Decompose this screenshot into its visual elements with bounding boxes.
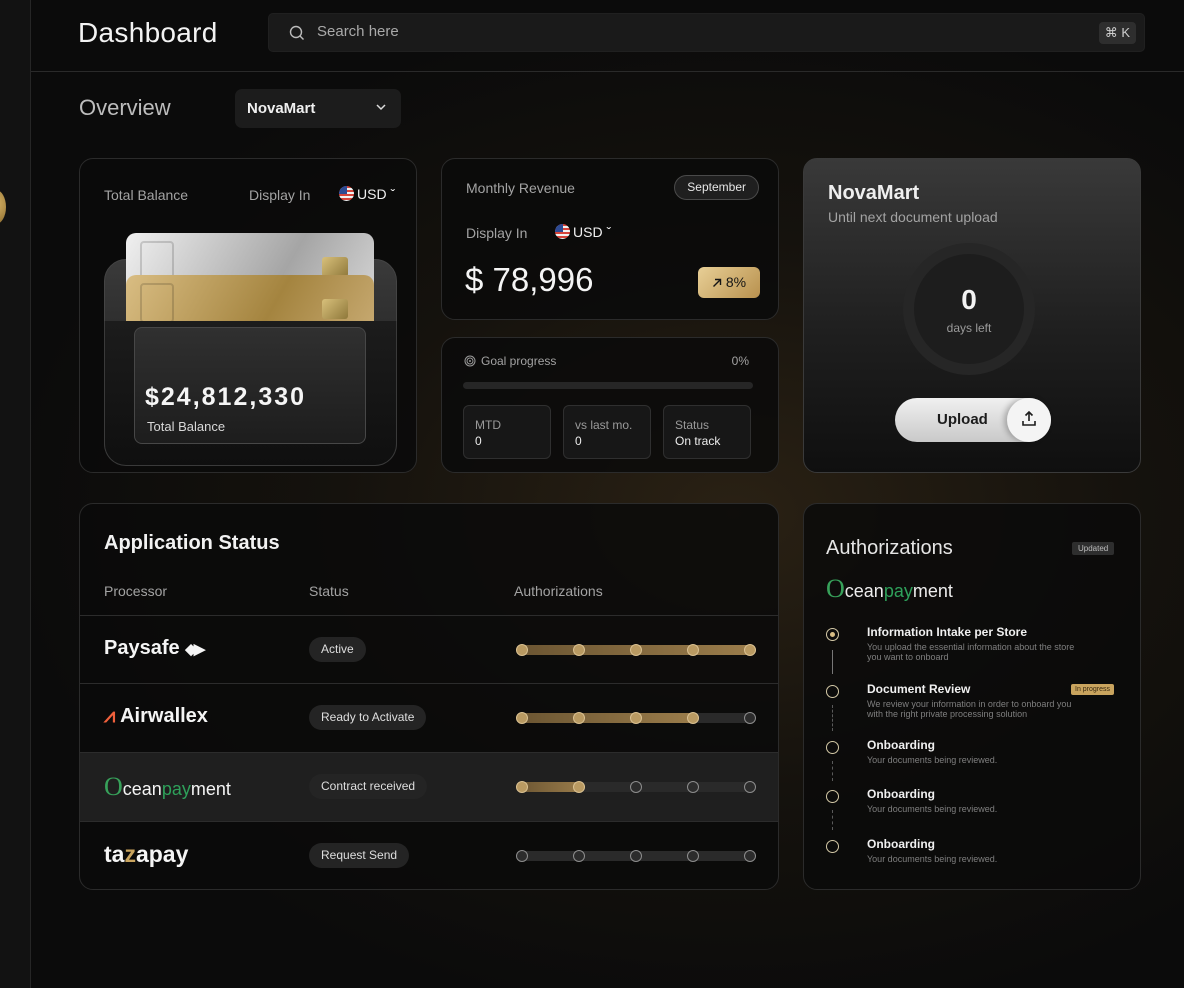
authorization-step-dot <box>573 712 585 724</box>
days-left-label: days left <box>946 321 992 335</box>
status-badge: Request Send <box>309 843 410 868</box>
monthly-revenue-label: Monthly Revenue <box>466 180 575 196</box>
section-title: Overview <box>79 95 171 120</box>
authorization-step-dot <box>516 644 528 656</box>
authorization-step-dot <box>744 712 756 724</box>
us-flag-icon <box>555 224 570 239</box>
search-bar[interactable]: ⌘ K <box>268 13 1145 52</box>
authorization-step-dot <box>573 781 585 793</box>
authorization-progress <box>516 644 756 656</box>
authorization-step-dot <box>630 781 642 793</box>
days-left-count: 0 <box>961 284 977 315</box>
goal-progress-percent: 0% <box>731 354 749 368</box>
updated-badge: Updated <box>1072 542 1115 555</box>
vs-last-month-stat: vs last mo. 0 <box>563 405 651 459</box>
balance-card-face: $24,812,330 Total Balance <box>134 327 366 444</box>
arrow-up-right-icon <box>712 278 722 287</box>
table-row[interactable]: Paysafe ◆▶ Active <box>80 615 778 684</box>
authorization-progress <box>516 781 756 793</box>
goal-progress-label: Goal progress <box>464 354 556 368</box>
store-select-value: NovaMart <box>247 100 316 117</box>
balance-card-label: Total Balance <box>147 419 226 434</box>
tazapay-logo: tazapay <box>104 841 189 867</box>
authorization-step-dot <box>630 644 642 656</box>
authorization-step-dot <box>573 644 585 656</box>
column-header-status: Status <box>309 583 349 599</box>
authorizations-title: Authorizations <box>826 537 953 559</box>
step-status-icon <box>826 685 839 698</box>
authorization-step-dot <box>516 712 528 724</box>
authorization-step-dot <box>687 644 699 656</box>
authorization-step-dot <box>687 712 699 724</box>
status-badge: Active <box>309 637 366 662</box>
total-balance-label: Total Balance <box>104 187 189 203</box>
upload-subtitle: Until next document upload <box>828 209 998 225</box>
authorization-step-dot <box>573 850 585 862</box>
application-status-card: Application Status Processor Status Auth… <box>79 503 779 890</box>
upload-icon-button[interactable] <box>1007 398 1051 442</box>
airwallex-logo: ⩘ Airwallex <box>104 705 208 727</box>
authorization-step-dot <box>630 712 642 724</box>
table-row[interactable]: tazapay Request Send <box>80 821 778 889</box>
step-status-icon <box>826 840 839 853</box>
target-icon <box>464 355 476 367</box>
status-badge: Contract received <box>309 774 428 799</box>
days-left-ring: 0 days left <box>903 243 1035 375</box>
column-header-processor: Processor <box>104 583 168 599</box>
column-header-authorizations: Authorizations <box>514 583 603 599</box>
authorization-step-dot <box>687 781 699 793</box>
document-upload-card: NovaMart Until next document upload 0 da… <box>803 158 1141 473</box>
month-select[interactable]: September <box>674 175 759 200</box>
top-bar: Dashboard ⌘ K <box>31 0 1184 72</box>
store-select[interactable]: NovaMart <box>235 89 401 128</box>
goal-progress-bar <box>463 382 753 389</box>
goal-progress-card: Goal progress 0% MTD 0 vs last mo. 0 Statu… <box>441 337 779 473</box>
upload-button[interactable]: Upload <box>895 398 1051 442</box>
authorization-step-dot <box>687 850 699 862</box>
authorization-step-dot <box>516 781 528 793</box>
step-status-icon <box>826 790 839 803</box>
monthly-revenue-amount: $ 78,996 <box>465 261 594 298</box>
authorization-progress <box>516 712 756 724</box>
status-stat: Status On track <box>663 405 751 459</box>
chevron-down-icon <box>376 104 386 111</box>
page-title: Dashboard <box>78 17 218 48</box>
revenue-currency-select[interactable]: USD ˇ <box>555 224 611 240</box>
application-status-title: Application Status <box>104 532 280 554</box>
us-flag-icon <box>339 186 354 201</box>
upload-store-name: NovaMart <box>828 182 920 204</box>
authorization-progress <box>516 850 756 862</box>
balance-currency-select[interactable]: USD ˇ <box>339 186 395 202</box>
total-balance-amount: $24,812,330 <box>145 383 307 411</box>
step-status-icon <box>826 628 839 641</box>
status-badge: Ready to Activate <box>309 705 427 730</box>
in-progress-badge: In progress <box>1071 684 1115 695</box>
step-status-icon <box>826 741 839 754</box>
display-in-label: Display In <box>249 187 311 203</box>
growth-badge: 8% <box>698 267 760 298</box>
search-input[interactable] <box>317 23 1017 40</box>
wallet-illustration: $24,812,330 Total Balance <box>104 233 397 466</box>
oceanpayment-logo: Oceanpayment <box>826 574 953 603</box>
authorizations-card: Authorizations Updated Oceanpayment Info… <box>803 503 1141 890</box>
paysafe-logo: Paysafe ◆▶ <box>104 637 205 659</box>
authorization-step-dot <box>516 850 528 862</box>
authorization-step-dot <box>744 644 756 656</box>
sidebar <box>0 0 31 988</box>
table-row[interactable]: ⩘ Airwallex Ready to Activate <box>80 683 778 752</box>
upload-button-label: Upload <box>937 411 988 428</box>
authorization-progress-fill <box>516 713 699 723</box>
upload-icon <box>1022 410 1036 426</box>
search-icon <box>289 25 304 40</box>
display-in-label: Display In <box>466 225 528 241</box>
authorization-step-dot <box>744 850 756 862</box>
oceanpayment-logo: Oceanpayment <box>104 772 231 801</box>
mtd-stat: MTD 0 <box>463 405 551 459</box>
authorization-step-dot <box>744 781 756 793</box>
table-row[interactable]: Oceanpayment Contract received <box>80 752 778 821</box>
total-balance-card: Total Balance Display In USD ˇ $24,812,3… <box>79 158 417 473</box>
authorization-step-dot <box>630 850 642 862</box>
search-shortcut: ⌘ K <box>1098 22 1136 44</box>
monthly-revenue-card: Monthly Revenue September Display In USD… <box>441 158 779 320</box>
